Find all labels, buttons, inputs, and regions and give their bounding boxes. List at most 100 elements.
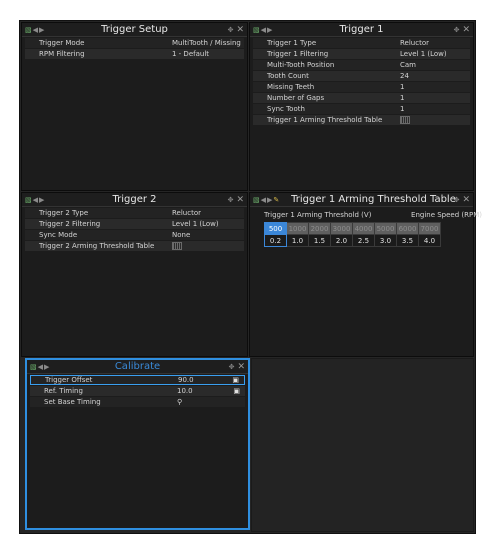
panel-header: ▧ ◀ ▶ Trigger 1 ✥ ✕	[250, 23, 473, 37]
setting-value[interactable]: 1	[400, 83, 470, 91]
setting-value[interactable]: None	[172, 231, 244, 239]
rpm-cell[interactable]: 1000	[286, 222, 309, 235]
setting-row[interactable]: Missing Teeth 1	[253, 82, 470, 92]
setting-row[interactable]: Trigger 2 Filtering Level 1 (Low)	[25, 219, 244, 229]
setting-label: Tooth Count	[267, 72, 309, 80]
setting-value[interactable]: 10.0 ▣	[177, 387, 245, 395]
lock-icon[interactable]: ▣	[232, 376, 239, 384]
setting-row[interactable]: Trigger 1 Filtering Level 1 (Low)	[253, 49, 470, 59]
panel-header: ▧ ◀ ▶ Trigger 2 ✥ ✕	[22, 193, 247, 207]
setting-row[interactable]: Sync Tooth 1	[253, 104, 470, 114]
rpm-cell[interactable]: 6000	[396, 222, 419, 235]
nav-left-icon[interactable]: ◀	[261, 26, 266, 34]
ref-timing-value[interactable]: 10.0	[177, 387, 193, 395]
setting-row-ref-timing[interactable]: Ref. Timing 10.0 ▣	[30, 386, 245, 396]
nav-right-icon[interactable]: ▶	[39, 196, 44, 204]
threshold-cell[interactable]: 1.0	[286, 234, 309, 247]
tune-icon[interactable]: ▧	[30, 363, 37, 371]
setting-value[interactable]: Cam	[400, 61, 470, 69]
setting-value[interactable]: Reluctor	[172, 209, 244, 217]
nav-left-icon[interactable]: ◀	[33, 26, 38, 34]
setting-value[interactable]: Level 1 (Low)	[400, 50, 470, 58]
panel-trigger-setup: ▧ ◀ ▶ Trigger Setup ✥ ✕ Trigger Mode Mul…	[21, 22, 248, 191]
setting-row-trigger-offset[interactable]: Trigger Offset 90.0 ▣	[30, 375, 245, 385]
close-icon[interactable]: ✕	[236, 195, 244, 204]
pencil-icon[interactable]: ✎	[273, 196, 279, 204]
rpm-cell[interactable]: 3000	[330, 222, 353, 235]
move-icon[interactable]: ✥	[228, 196, 234, 204]
move-icon[interactable]: ✥	[229, 363, 235, 371]
wrench-icon[interactable]: ⚲	[177, 398, 182, 406]
setting-value[interactable]: Level 1 (Low)	[172, 220, 244, 228]
setting-value[interactable]	[400, 116, 470, 124]
nav-right-icon[interactable]: ▶	[39, 26, 44, 34]
close-icon[interactable]: ✕	[236, 25, 244, 34]
tune-icon[interactable]: ▧	[25, 26, 32, 34]
setting-row-rpm-filtering[interactable]: RPM Filtering 1 - Default	[25, 49, 244, 59]
table-icon[interactable]	[400, 116, 410, 124]
nav-right-icon[interactable]: ▶	[267, 196, 272, 204]
setting-row[interactable]: Trigger 2 Type Reluctor	[25, 208, 244, 218]
setting-label: Sync Tooth	[267, 105, 305, 113]
panel-threshold-table: ▧ ◀ ▶ ✎ Trigger 1 Arming Threshold Table…	[249, 192, 482, 357]
tune-icon[interactable]: ▧	[253, 196, 260, 204]
setting-row-threshold-table[interactable]: Trigger 2 Arming Threshold Table	[25, 241, 244, 251]
setting-row-trigger-mode[interactable]: Trigger Mode MultiTooth / Missing	[25, 38, 244, 48]
tune-icon[interactable]: ▧	[25, 196, 32, 204]
nav-left-icon[interactable]: ◀	[261, 196, 266, 204]
setting-label: Trigger 1 Filtering	[267, 50, 329, 58]
setting-row-set-base-timing[interactable]: Set Base Timing ⚲	[30, 397, 245, 407]
nav-right-icon[interactable]: ▶	[44, 363, 49, 371]
setting-value[interactable]: 1	[400, 105, 470, 113]
setting-value[interactable]: MultiTooth / Missing	[172, 39, 244, 47]
threshold-cell[interactable]: 2.0	[330, 234, 353, 247]
panel-title: Trigger Setup	[101, 24, 168, 35]
setting-row[interactable]: Multi-Tooth Position Cam	[253, 60, 470, 70]
tune-icon[interactable]: ▧	[253, 26, 260, 34]
lock-icon[interactable]: ▣	[233, 387, 240, 395]
empty-panel-area	[251, 358, 474, 532]
rpm-cell[interactable]: 2000	[308, 222, 331, 235]
nav-right-icon[interactable]: ▶	[267, 26, 272, 34]
setting-row[interactable]: Trigger 1 Type Reluctor	[253, 38, 470, 48]
threshold-cell[interactable]: 3.5	[396, 234, 419, 247]
move-icon[interactable]: ✥	[454, 26, 460, 34]
close-icon[interactable]: ✕	[462, 195, 470, 204]
rpm-cell[interactable]: 500	[264, 222, 287, 235]
panel-calibrate: ▧ ◀ ▶ Calibrate ✥ ✕ Trigger Offset 90.0 ▣…	[25, 358, 250, 530]
setting-value[interactable]: ⚲	[177, 398, 245, 406]
threshold-cell[interactable]: 2.5	[352, 234, 375, 247]
nav-left-icon[interactable]: ◀	[33, 196, 38, 204]
rpm-cell[interactable]: 4000	[352, 222, 375, 235]
threshold-cell[interactable]: 4.0	[418, 234, 441, 247]
threshold-cell[interactable]: 3.0	[374, 234, 397, 247]
rpm-cell[interactable]: 7000	[418, 222, 441, 235]
setting-label: Trigger Mode	[39, 39, 85, 47]
setting-label: Trigger 2 Arming Threshold Table	[39, 242, 155, 250]
setting-label: Trigger 2 Type	[39, 209, 89, 217]
threshold-cell[interactable]: 0.2	[264, 234, 287, 247]
setting-row[interactable]: Sync Mode None	[25, 230, 244, 240]
panel-header: ▧ ◀ ▶ Calibrate ✥ ✕	[27, 360, 248, 374]
trigger-offset-value[interactable]: 90.0	[178, 376, 194, 384]
threshold-cell[interactable]: 1.5	[308, 234, 331, 247]
setting-label: Sync Mode	[39, 231, 78, 239]
setting-row-threshold-table[interactable]: Trigger 1 Arming Threshold Table	[253, 115, 470, 125]
threshold-table: Trigger 1 Arming Threshold (V) Engine Sp…	[264, 211, 482, 247]
setting-row[interactable]: Tooth Count 24	[253, 71, 470, 81]
nav-left-icon[interactable]: ◀	[38, 363, 43, 371]
setting-value[interactable]: 1 - Default	[172, 50, 244, 58]
panel-header: ▧ ◀ ▶ ✎ Trigger 1 Arming Threshold Table…	[250, 193, 473, 207]
setting-value[interactable]: 24	[400, 72, 470, 80]
setting-value[interactable]: Reluctor	[400, 39, 470, 47]
close-icon[interactable]: ✕	[462, 25, 470, 34]
rpm-cell[interactable]: 5000	[374, 222, 397, 235]
move-icon[interactable]: ✥	[228, 26, 234, 34]
setting-value[interactable]: 1	[400, 94, 470, 102]
close-icon[interactable]: ✕	[237, 362, 245, 371]
setting-row[interactable]: Number of Gaps 1	[253, 93, 470, 103]
setting-value[interactable]	[172, 242, 244, 250]
setting-value[interactable]: 90.0 ▣	[178, 376, 244, 384]
table-icon[interactable]	[172, 242, 182, 250]
move-icon[interactable]: ✥	[454, 196, 460, 204]
